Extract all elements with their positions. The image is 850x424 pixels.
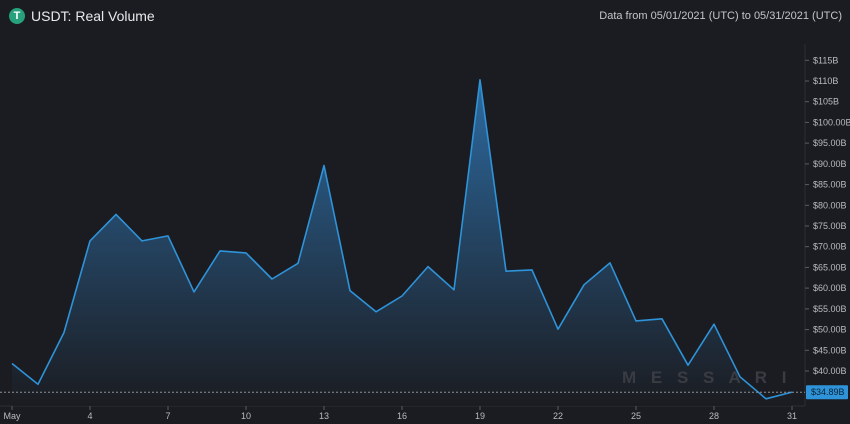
volume-chart: M E S S A R I $40.00B $45.00B $50.00B $55.0… <box>0 44 850 421</box>
area-layer <box>11 79 793 407</box>
x-tick-label: May <box>3 411 21 421</box>
x-axis-ticks: May 4 7 10 13 16 19 22 25 28 31 <box>3 406 797 421</box>
x-tick-label: 31 <box>787 411 797 421</box>
y-tick-label: $90.00B <box>813 159 847 169</box>
y-tick-label: $60.00B <box>813 283 847 293</box>
y-axis-ticks: $40.00B $45.00B $50.00B $55.00B $60.00B $65.0… <box>805 55 850 376</box>
y-tick-label: $40.00B <box>813 366 847 376</box>
y-tick-label: $95.00B <box>813 138 847 148</box>
y-tick-label: $80.00B <box>813 200 847 210</box>
y-tick-label: $70.00B <box>813 242 847 252</box>
y-tick-label: $75.00B <box>813 221 847 231</box>
y-tick-label: $110B <box>813 76 838 86</box>
y-tick-label: $65.00B <box>813 262 847 272</box>
y-tick-label: $50.00B <box>813 325 847 335</box>
y-tick-label: $100.00B <box>813 117 850 127</box>
volume-area <box>12 79 792 407</box>
y-tick-label: $105B <box>813 97 839 107</box>
y-tick-label: $85.00B <box>813 180 847 190</box>
x-tick-label: 22 <box>553 411 563 421</box>
x-tick-label: 28 <box>709 411 719 421</box>
x-tick-label: 16 <box>397 411 407 421</box>
x-tick-label: 13 <box>319 411 329 421</box>
y-tick-label: $115B <box>813 55 838 65</box>
x-tick-label: 10 <box>241 411 251 421</box>
y-tick-label: $55.00B <box>813 304 847 314</box>
x-tick-label: 19 <box>475 411 485 421</box>
x-tick-label: 7 <box>165 411 170 421</box>
y-tick-label: $45.00B <box>813 345 847 355</box>
current-value-tag: $34.89B <box>806 385 848 400</box>
x-tick-label: 25 <box>631 411 641 421</box>
messari-watermark: M E S S A R I <box>622 368 792 387</box>
x-tick-label: 4 <box>87 411 92 421</box>
current-value-label: $34.89B <box>811 387 845 397</box>
